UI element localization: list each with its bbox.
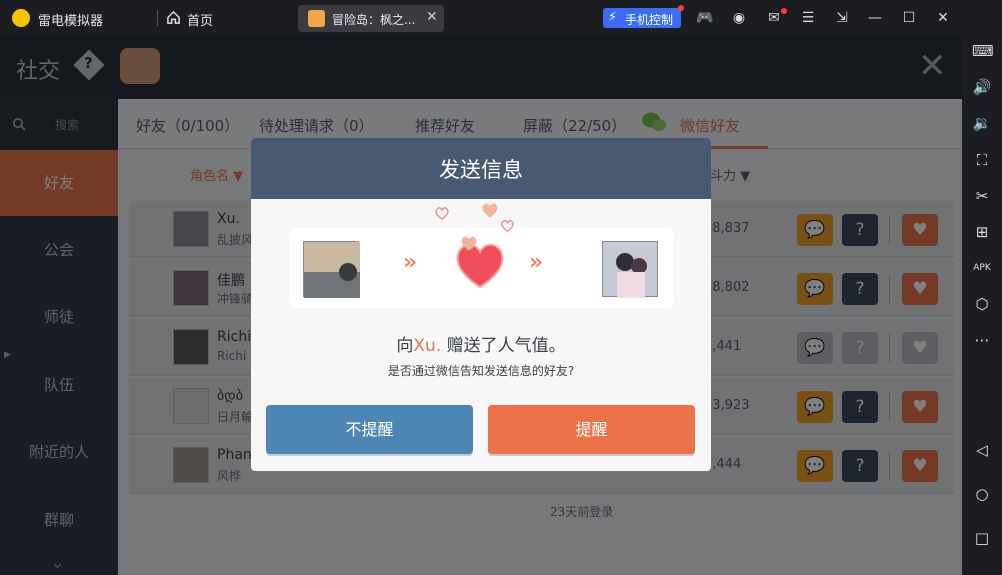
sender-avatar <box>303 241 360 298</box>
close-window-icon[interactable]: ✕ <box>934 9 952 27</box>
volume-up-icon[interactable]: 🔊 <box>972 77 992 97</box>
gift-illustration: » » <box>289 228 673 308</box>
floating-heart-icon <box>482 203 498 218</box>
scissors-icon[interactable]: ✂ <box>972 186 992 206</box>
game-app-icon <box>308 10 325 27</box>
mail-notification-dot <box>781 8 787 14</box>
gamepad-icon[interactable]: 🎮 <box>696 9 714 27</box>
emulator-logo-icon <box>12 9 30 27</box>
recents-nav-icon[interactable]: □ <box>972 528 992 548</box>
restore-window-icon[interactable]: ⇲ <box>833 9 851 27</box>
dialog-title: 发送信息 <box>439 158 523 182</box>
maximize-icon[interactable]: ☐ <box>900 9 918 27</box>
message-prefix: 向 <box>396 336 414 356</box>
menu-icon[interactable]: ☰ <box>799 9 817 27</box>
dialog-header: 发送信息 <box>251 138 711 199</box>
emulator-app-name: 雷电模拟器 <box>38 14 104 29</box>
keyboard-icon[interactable]: ⌨ <box>972 41 994 61</box>
lightning-icon: ⚡ <box>608 10 618 25</box>
gift-message: 向Xu. 赠送了人气值。 <box>251 331 711 356</box>
title-separator <box>157 10 158 26</box>
home-icon[interactable] <box>166 10 181 25</box>
emulator-side-toolbar: ⌨ 🔊 🔉 ⛶ ✂ ⊞ APK ⬡ ⋯ ◁ ○ □ <box>962 0 1002 575</box>
send-message-dialog: 发送信息 » » 向Xu. 赠送了人气值。 是否通过微信告知发送信息的好友? 不… <box>251 138 711 471</box>
game-tab-title: 冒险岛：枫之... <box>332 13 416 27</box>
volume-down-icon[interactable]: 🔉 <box>972 113 992 133</box>
dont-remind-button[interactable]: 不提醒 <box>266 405 473 454</box>
fullscreen-icon[interactable]: ⛶ <box>972 150 992 170</box>
floating-heart-icon <box>461 236 477 251</box>
back-nav-icon[interactable]: ◁ <box>972 440 992 460</box>
floating-heart-icon <box>435 207 449 220</box>
phone-control-button[interactable]: ⚡ 手机控制 <box>603 8 681 28</box>
home-nav-icon[interactable]: ○ <box>972 484 992 504</box>
phone-control-label: 手机控制 <box>625 13 674 27</box>
notify-question: 是否通过微信告知发送信息的好友? <box>387 364 575 378</box>
remind-button[interactable]: 提醒 <box>488 405 695 454</box>
arrow-right-icon: » <box>529 250 544 275</box>
receiver-avatar <box>602 241 658 298</box>
settings-hex-icon[interactable]: ⬡ <box>972 294 992 314</box>
recipient-name: Xu. <box>413 336 442 356</box>
add-window-icon[interactable]: ⊞ <box>972 222 992 242</box>
floating-heart-icon <box>501 220 514 232</box>
user-account-icon[interactable]: ◉ <box>730 9 748 27</box>
emulator-title-bar: 雷电模拟器 首页 冒险岛：枫之... ✕ ⚡ 手机控制 🎮 ◉ ✉ ☰ ⇲ — … <box>0 0 1002 36</box>
game-tab[interactable]: 冒险岛：枫之... ✕ <box>298 5 444 32</box>
arrow-right-icon: » <box>403 250 418 275</box>
apk-install-icon[interactable]: APK <box>972 258 992 278</box>
home-tab-label[interactable]: 首页 <box>187 10 213 29</box>
tab-close-icon[interactable]: ✕ <box>426 9 438 25</box>
message-suffix: 赠送了人气值。 <box>441 336 566 356</box>
more-icon[interactable]: ⋯ <box>972 330 992 350</box>
minimize-icon[interactable]: — <box>866 9 884 27</box>
notification-dot <box>678 5 684 11</box>
